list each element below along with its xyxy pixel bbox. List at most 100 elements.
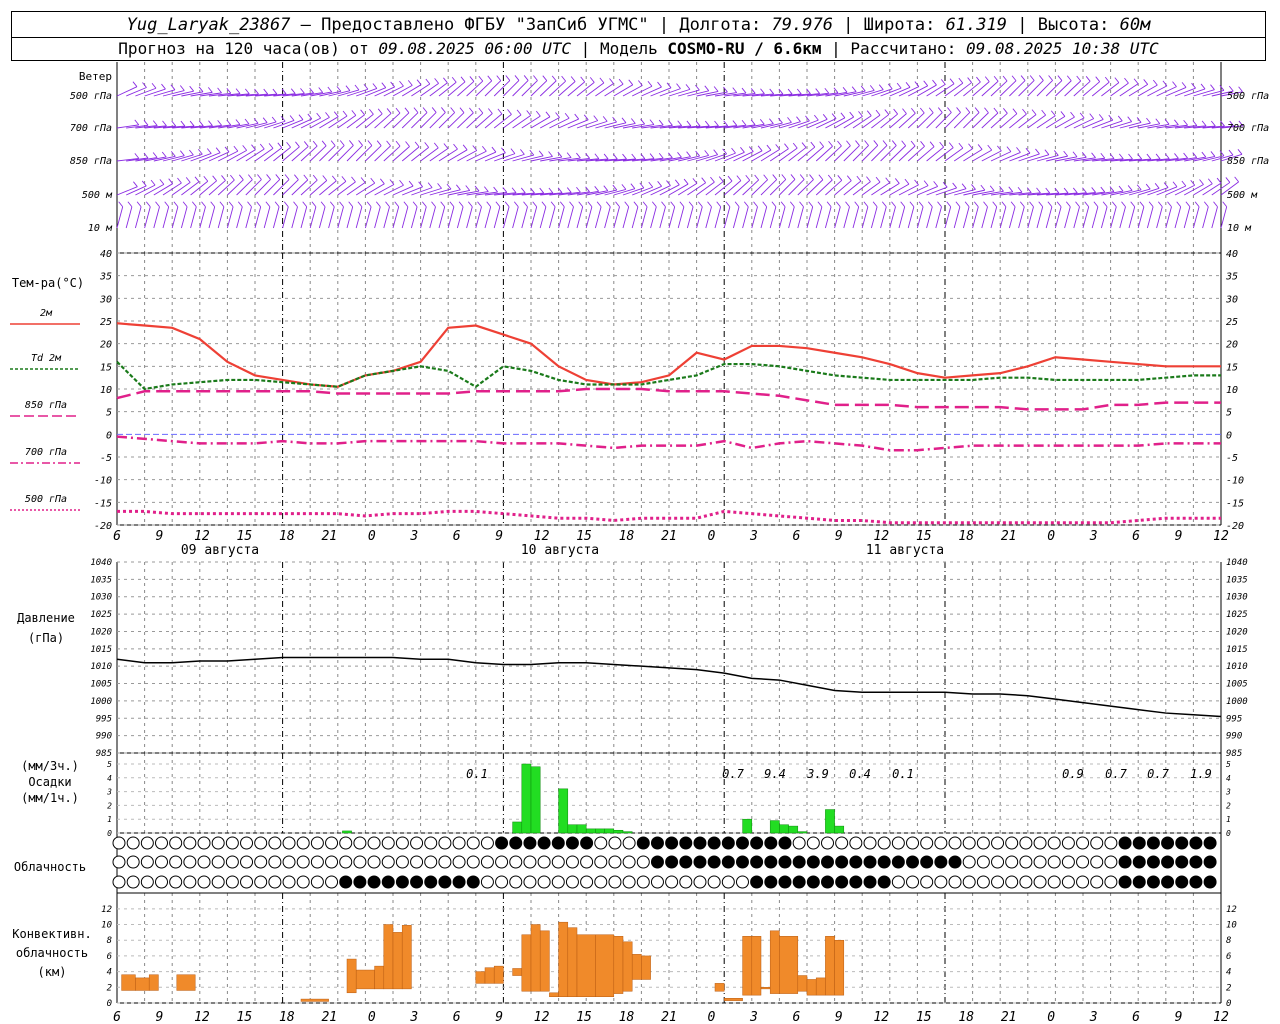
cloud-cover-symbol	[849, 875, 863, 889]
wind-barb-flag	[683, 178, 689, 185]
wind-barb-flag	[909, 201, 915, 208]
wind-barb-flag	[578, 201, 584, 208]
wind-barb-flag	[980, 184, 986, 191]
cloud-cover-symbol	[183, 875, 197, 889]
cloud-cover-symbol	[679, 875, 693, 889]
wind-barb	[328, 181, 347, 196]
wind-barb	[981, 112, 999, 129]
x-tick-label: 3	[1089, 529, 1098, 544]
wind-barb	[880, 206, 887, 229]
cloud-cover-symbol	[381, 875, 395, 889]
convective-bar	[346, 958, 357, 994]
cloud-cover-symbol	[1005, 875, 1019, 889]
wind-barb	[1183, 206, 1191, 229]
pres-title: (гПа)	[28, 631, 64, 645]
wind-barb-flag	[136, 201, 142, 208]
cloud-cover-symbol	[225, 836, 239, 850]
wind-barb	[328, 206, 335, 229]
precip-data-label: 0.7	[1105, 767, 1127, 781]
wind-barb	[981, 80, 999, 97]
cloud-cover-symbol	[296, 836, 310, 850]
wind-barb-flag	[882, 140, 888, 146]
wind-barb-flag	[357, 201, 363, 208]
temp-tick-right: 0	[1226, 430, 1232, 441]
wind-barb	[217, 179, 235, 196]
wind-barb-flag	[341, 176, 347, 182]
cloud-cover-symbol	[650, 875, 664, 889]
wind-barb	[595, 83, 614, 97]
conv-tick: 12	[101, 905, 112, 915]
cloud-cover-symbol	[480, 855, 494, 869]
wind-barb-flag	[630, 183, 636, 189]
pres-tick: 1030	[90, 593, 112, 603]
wind-barb-flag	[182, 201, 188, 208]
cloud-cover-symbol	[240, 855, 254, 869]
cloud-cover-symbol	[169, 855, 183, 869]
wind-barb	[457, 150, 477, 162]
wind-barb-flag	[134, 119, 140, 126]
wind-barb-flag	[716, 201, 722, 208]
wind-barb-flag	[311, 201, 317, 208]
cloud-cover-symbol	[551, 855, 565, 869]
wind-barb	[898, 145, 916, 162]
wind-barb-flag	[1164, 153, 1170, 160]
wind-barb	[944, 188, 967, 196]
wind-barb	[558, 81, 576, 97]
wind-barb	[392, 185, 414, 196]
wind-barb-flag	[564, 112, 570, 119]
cloud-cover-symbol	[1161, 855, 1175, 869]
convective-bar	[714, 983, 725, 992]
wind-barb-flag	[822, 114, 828, 120]
wind-barb-flag	[1006, 146, 1012, 152]
wind-barb-flag	[799, 201, 804, 208]
wind-barb-flag	[658, 119, 664, 126]
wind-barb-flag	[348, 201, 354, 208]
wind-barb-flag	[465, 185, 471, 191]
cloud-cover-symbol	[1132, 836, 1146, 850]
cloud-cover-symbol	[877, 836, 891, 850]
wind-barb	[180, 206, 188, 229]
cloud-cover-symbol	[509, 875, 523, 889]
wind-barb-flag	[1174, 119, 1179, 126]
wind-barb-flag	[628, 79, 634, 86]
wind-barb	[659, 88, 681, 97]
precip-data-label: 0.4	[849, 767, 871, 781]
wind-barb	[990, 112, 1008, 129]
wind-barb-flag	[896, 82, 902, 89]
wind-barb	[1036, 80, 1053, 97]
wind-barb-flag	[621, 184, 627, 190]
wind-barb-flag	[928, 107, 934, 114]
cloud-cover-symbol	[424, 855, 438, 869]
wind-barb-flag	[437, 183, 442, 189]
x-tick-label: 6	[453, 1010, 461, 1024]
wind-barb-flag	[427, 182, 433, 188]
wind-barb-flag	[1201, 151, 1207, 158]
x-tick-label: 9	[1175, 1010, 1183, 1024]
wind-barb	[677, 206, 685, 229]
wind-barb	[687, 182, 706, 196]
prec-tick: 4	[107, 774, 112, 783]
wind-barb-flag	[263, 88, 269, 95]
wind-barb-flag	[1091, 152, 1096, 159]
conv-title: Конвективн.	[12, 927, 91, 941]
wind-barb-flag	[274, 201, 280, 208]
wind-level-label: 850 гПа	[70, 156, 112, 167]
wind-barb-flag	[1084, 201, 1090, 208]
wind-barb-flag	[505, 75, 511, 81]
cloud-cover-symbol	[891, 836, 905, 850]
cloud-cover-symbol	[1019, 875, 1033, 889]
wind-barb-flag	[416, 79, 422, 85]
wind-barb	[898, 112, 916, 129]
wind-barb-flag	[1098, 114, 1104, 120]
wind-barb-flag	[523, 201, 528, 208]
wind-barb	[355, 182, 375, 196]
cloud-cover-symbol	[1203, 855, 1217, 869]
wind-barb	[576, 82, 595, 97]
wind-barb-flag	[846, 140, 851, 147]
precip-bar	[558, 788, 569, 834]
conv-tick: 2	[107, 983, 112, 993]
cloud-cover-symbol	[821, 855, 834, 869]
wind-barb	[1000, 151, 1021, 162]
wind-barb-flag	[377, 108, 383, 115]
wind-level-label-right: 700 гПа	[1227, 123, 1269, 134]
